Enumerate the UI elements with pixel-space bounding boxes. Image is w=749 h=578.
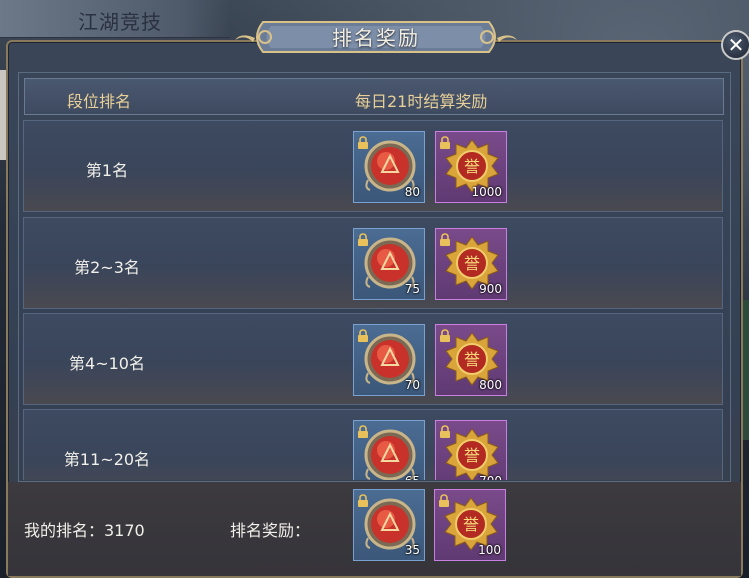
lock-icon xyxy=(440,233,450,246)
item-count: 800 xyxy=(479,378,502,392)
honor-glyph: 誉 xyxy=(464,157,480,176)
lock-icon xyxy=(358,425,368,438)
close-button[interactable]: ✕ xyxy=(721,30,749,60)
my-rank-text: 我的排名：3170 xyxy=(24,521,145,540)
item-count: 80 xyxy=(404,185,420,199)
reward-item-token[interactable]: 75 xyxy=(353,228,425,300)
honor-glyph: 誉 xyxy=(464,446,480,465)
item-count: 65 xyxy=(405,474,420,480)
lock-icon xyxy=(358,494,368,507)
reward-item-honor[interactable]: 誉 800 xyxy=(435,324,507,396)
item-count: 1000 xyxy=(471,185,502,199)
rank-reward-label: 排名奖励： xyxy=(230,521,311,540)
lock-icon xyxy=(440,329,450,342)
rank-label: 第2~3名 xyxy=(74,258,140,277)
reward-item-token[interactable]: 80 xyxy=(353,131,425,203)
background-decoration xyxy=(743,300,749,440)
reward-list[interactable]: 第1名 80 誉 1000 第2~3名 75 誉 900 第4~10名 70 誉… xyxy=(23,120,725,480)
item-count: 100 xyxy=(478,543,501,557)
reward-row: 第4~10名 70 誉 800 xyxy=(23,313,723,405)
reward-item-honor[interactable]: 誉 700 xyxy=(435,420,507,480)
close-icon: ✕ xyxy=(727,33,745,57)
lock-icon xyxy=(358,233,368,246)
my-reward-item-honor[interactable]: 誉 100 xyxy=(434,489,506,561)
honor-medal-icon: 誉 xyxy=(445,428,499,480)
dialog-title-banner: 排名奖励 xyxy=(235,12,517,62)
rank-label: 第1名 xyxy=(85,161,129,180)
item-count: 75 xyxy=(404,282,420,296)
red-orb-token-icon xyxy=(364,429,416,480)
lock-icon xyxy=(439,494,449,507)
background-window-titlebar: 江湖竞技 xyxy=(0,0,230,38)
reward-row: 第2~3名 75 誉 900 xyxy=(23,217,723,309)
rank-label: 第11~20名 xyxy=(63,450,151,469)
rank-label: 第4~10名 xyxy=(69,354,145,373)
reward-row: 第11~20名 65 誉 xyxy=(23,409,723,480)
item-count: 35 xyxy=(404,543,420,557)
item-count: 900 xyxy=(479,282,502,296)
honor-glyph: 誉 xyxy=(464,350,480,369)
my-reward-item-token[interactable]: 35 xyxy=(353,489,425,561)
item-count: 700 xyxy=(479,474,502,480)
lock-icon xyxy=(358,136,368,149)
honor-glyph: 誉 xyxy=(463,515,479,534)
lock-icon xyxy=(440,425,450,438)
table-header: 段位排名 每日21时结算奖励 xyxy=(24,78,724,115)
background-window-title: 江湖竞技 xyxy=(78,10,162,34)
lock-icon xyxy=(440,136,450,149)
header-rank-column: 段位排名 xyxy=(67,92,132,111)
header-reward-column: 每日21时结算奖励 xyxy=(355,92,488,111)
lock-icon xyxy=(358,329,368,342)
dialog-title: 排名奖励 xyxy=(332,26,420,50)
reward-item-token[interactable]: 70 xyxy=(353,324,425,396)
reward-row: 第1名 80 誉 1000 xyxy=(23,120,723,212)
item-count: 70 xyxy=(404,378,420,392)
reward-item-honor[interactable]: 誉 1000 xyxy=(435,131,507,203)
my-rank-footer: 我的排名：3170 排名奖励： 35 誉 100 xyxy=(8,482,741,576)
honor-glyph: 誉 xyxy=(464,254,480,273)
reward-item-honor[interactable]: 誉 900 xyxy=(435,228,507,300)
reward-item-token[interactable]: 65 xyxy=(353,420,425,480)
